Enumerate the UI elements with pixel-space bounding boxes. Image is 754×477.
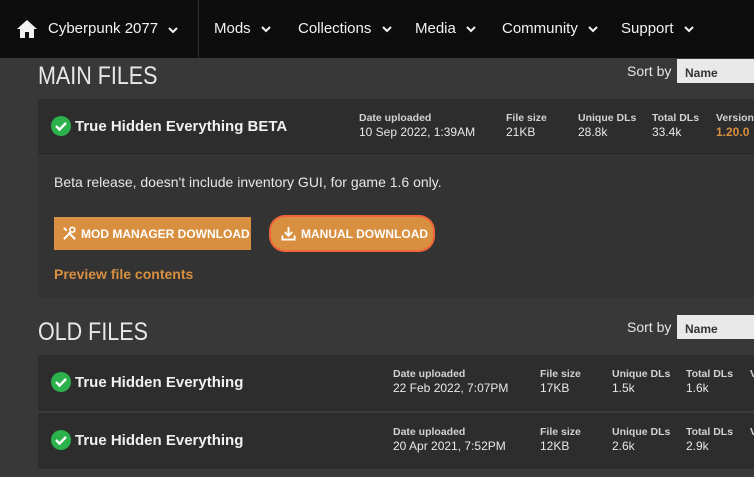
unique-dls: Unique DLs 2.6k: [612, 426, 670, 453]
chevron-down-icon: [684, 26, 694, 33]
check-circle-icon: [51, 372, 71, 392]
manual-download-label: MANUAL DOWNLOAD: [301, 227, 429, 241]
chevron-down-icon: [588, 26, 598, 33]
total-dls-value: 1.6k: [686, 381, 709, 395]
nav-mods-label: Mods: [214, 20, 251, 37]
unique-dls-value: 2.6k: [612, 439, 635, 453]
preview-file-contents-link[interactable]: Preview file contents: [54, 266, 193, 282]
unique-dls: Unique DLs 1.5k: [612, 368, 670, 395]
top-nav: Cyberpunk 2077 Mods Collections Media Co…: [0, 0, 754, 58]
game-name: Cyberpunk 2077: [48, 20, 159, 37]
file-size: File size 21KB: [506, 112, 547, 139]
version: Version 1.20.0: [716, 112, 754, 139]
total-dls: Total DLs 2.9k: [686, 426, 733, 453]
sort-label: Sort by: [627, 319, 672, 335]
nav-media[interactable]: Media: [415, 20, 476, 37]
chevron-down-icon: [261, 26, 271, 33]
nav-collections[interactable]: Collections: [298, 20, 392, 37]
date-uploaded-value: 22 Feb 2022, 7:07PM: [393, 381, 509, 395]
nav-collections-label: Collections: [298, 20, 372, 37]
date-uploaded-label: Date uploaded: [393, 426, 466, 438]
file-size-label: File size: [540, 368, 581, 380]
file-name: True Hidden Everything: [75, 374, 244, 391]
file-name: True Hidden Everything BETA: [75, 118, 288, 135]
nav-community-label: Community: [502, 20, 578, 37]
date-uploaded: Date uploaded 10 Sep 2022, 1:39AM: [359, 112, 475, 139]
file-size-label: File size: [540, 426, 581, 438]
file-name: True Hidden Everything: [75, 432, 244, 449]
sort-label: Sort by: [627, 63, 672, 79]
date-uploaded-label: Date uploaded: [393, 368, 466, 380]
file-size-value: 12KB: [540, 439, 570, 453]
unique-dls-value: 1.5k: [612, 381, 635, 395]
version-label: Version: [716, 112, 754, 124]
unique-dls-label: Unique DLs: [612, 426, 671, 438]
total-dls-label: Total DLs: [686, 368, 734, 380]
date-uploaded: Date uploaded 20 Apr 2021, 7:52PM: [393, 426, 506, 453]
total-dls: Total DLs 1.6k: [686, 368, 733, 395]
nav-mods[interactable]: Mods: [214, 20, 271, 37]
file-size-label: File size: [506, 112, 547, 124]
version: V: [750, 426, 754, 438]
file-size-value: 21KB: [506, 125, 536, 139]
mod-manager-download-label: MOD MANAGER DOWNLOAD: [81, 227, 250, 241]
tools-icon: [63, 226, 76, 240]
nav-support-label: Support: [621, 20, 674, 37]
main-files-title: MAIN FILES: [38, 62, 158, 90]
nav-community[interactable]: Community: [502, 20, 598, 37]
version-label: V: [750, 368, 754, 380]
total-dls-label: Total DLs: [686, 426, 734, 438]
file-size-value: 17KB: [540, 381, 570, 395]
date-uploaded-value: 20 Apr 2021, 7:52PM: [393, 439, 506, 453]
unique-dls-value: 28.8k: [578, 125, 608, 139]
download-icon: [281, 226, 296, 241]
check-circle-icon: [51, 116, 71, 136]
chevron-down-icon: [168, 27, 178, 34]
unique-dls-label: Unique DLs: [578, 112, 637, 124]
total-dls-label: Total DLs: [652, 112, 700, 124]
unique-dls-label: Unique DLs: [612, 368, 671, 380]
old-files-sort-select[interactable]: Name: [677, 315, 754, 339]
file-row-old-2[interactable]: True Hidden Everything Date uploaded 20 …: [38, 413, 754, 470]
version-value: 1.20.0: [716, 125, 750, 139]
date-uploaded-label: Date uploaded: [359, 112, 432, 124]
chevron-down-icon: [381, 26, 392, 33]
manual-download-button[interactable]: MANUAL DOWNLOAD: [271, 217, 433, 250]
total-dls-value: 33.4k: [652, 125, 682, 139]
total-dls-value: 2.9k: [686, 439, 709, 453]
check-circle-icon: [51, 430, 71, 450]
file-size: File size 12KB: [540, 426, 581, 453]
nav-support[interactable]: Support: [621, 20, 694, 37]
date-uploaded-value: 10 Sep 2022, 1:39AM: [359, 125, 476, 139]
home-icon: [17, 20, 37, 38]
file-description: Beta release, doesn't include inventory …: [54, 174, 442, 190]
total-dls: Total DLs 33.4k: [652, 112, 699, 139]
main-files-sort-select[interactable]: Name: [677, 59, 754, 83]
version-label: V: [750, 426, 754, 438]
date-uploaded: Date uploaded 22 Feb 2022, 7:07PM: [393, 368, 508, 395]
mod-manager-download-button[interactable]: MOD MANAGER DOWNLOAD: [54, 217, 251, 250]
file-row-main[interactable]: True Hidden Everything BETA Date uploade…: [38, 99, 754, 156]
unique-dls: Unique DLs 28.8k: [578, 112, 636, 139]
old-files-title: OLD FILES: [38, 318, 148, 346]
file-size: File size 17KB: [540, 368, 581, 395]
version: V: [750, 368, 754, 380]
file-details: Beta release, doesn't include inventory …: [38, 156, 754, 298]
nav-media-label: Media: [415, 20, 456, 37]
game-selector[interactable]: Cyberpunk 2077: [0, 0, 199, 58]
chevron-down-icon: [466, 26, 476, 33]
file-row-old-1[interactable]: True Hidden Everything Date uploaded 22 …: [38, 355, 754, 412]
